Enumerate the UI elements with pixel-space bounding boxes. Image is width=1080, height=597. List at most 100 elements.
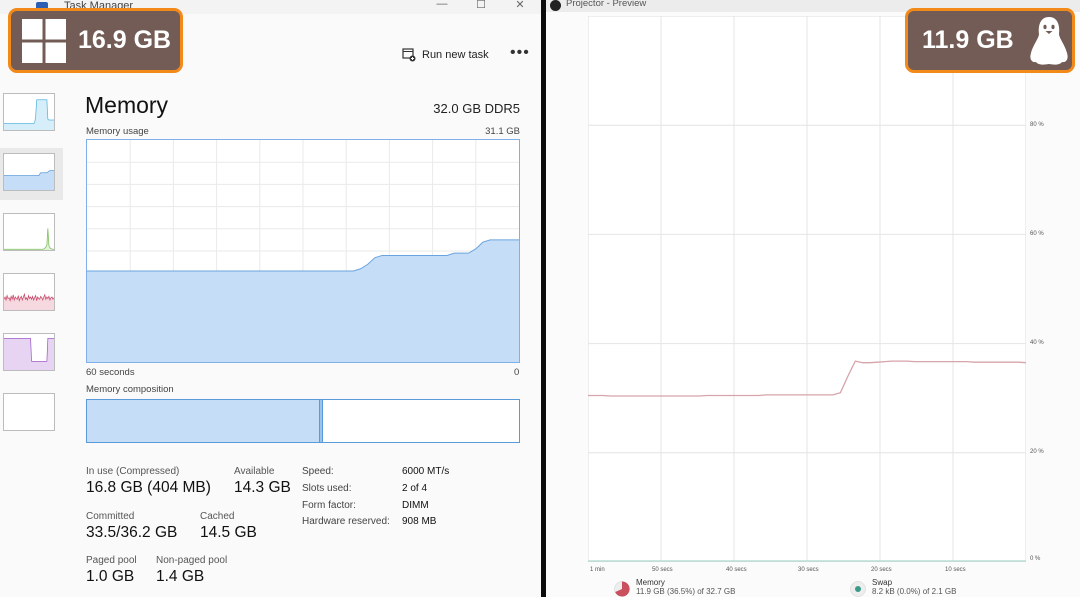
memory-details: Speed: 6000 MT/s Slots used: 2 of 4 Form…	[302, 466, 502, 533]
graph-axis-left: 60 seconds	[86, 367, 135, 378]
legend-memory-value: 11.9 GB (36.5%) of 32.7 GB	[636, 587, 736, 596]
sidebar-item-disk[interactable]	[0, 208, 63, 260]
legend-swap: Swap 8.2 kB (0.0%) of 2.1 GB	[850, 578, 956, 597]
graph-axis-right: 0	[514, 367, 520, 378]
thumbnail-sparkline	[4, 170, 54, 190]
more-options-button[interactable]: •••	[510, 44, 530, 62]
memory-usage-max: 31.1 GB	[485, 126, 520, 137]
thumbnail-sparkline	[4, 337, 54, 370]
detail-value: 6000 MT/s	[402, 466, 450, 477]
stat-paged-pool: Paged pool 1.0 GB	[86, 555, 137, 586]
x-tick-label: 40 secs	[726, 567, 747, 573]
thumbnail-sparkline	[4, 99, 54, 130]
memory-history-graph	[588, 16, 1026, 562]
maximize-button[interactable]: ☐	[474, 0, 488, 11]
thumbnail-sparkline	[4, 228, 54, 250]
detail-row: Form factor: DIMM	[302, 500, 502, 517]
stat-value: 16.8 GB (404 MB)	[86, 479, 211, 496]
y-tick-label: 40 %	[1030, 340, 1044, 346]
sparkline-area	[4, 170, 54, 190]
swap-pie-icon	[850, 581, 866, 597]
y-tick-label: 80 %	[1030, 122, 1044, 128]
memory-usage-graph	[86, 139, 520, 363]
sparkline-area	[4, 99, 54, 130]
stat-value: 1.0 GB	[86, 568, 135, 585]
x-tick-label: 50 secs	[652, 567, 673, 573]
windows-logo-icon	[22, 18, 66, 63]
legend-swap-name: Swap	[872, 578, 893, 587]
task-manager-window: Task Manager — ☐ ✕ ce Run new task ••• M…	[0, 0, 541, 597]
legend-swap-value: 8.2 kB (0.0%) of 2.1 GB	[872, 587, 957, 596]
stat-label: Committed	[86, 511, 135, 522]
detail-value: DIMM	[402, 499, 429, 511]
detail-row: Slots used: 2 of 4	[302, 483, 502, 500]
windows-memory-value: 16.9 GB	[78, 26, 172, 54]
linux-penguin-icon	[1030, 16, 1068, 65]
stat-value: 33.5/36.2 GB	[86, 524, 178, 541]
stat-value: 1.4 GB	[156, 568, 205, 585]
stat-available: Available 14.3 GB	[234, 466, 291, 497]
sidebar-item-ethernet[interactable]	[0, 268, 63, 320]
projector-window-title: Projector - Preview	[566, 0, 647, 9]
stat-cached: Cached 14.5 GB	[200, 511, 257, 542]
linux-memory-badge: 11.9 GB	[905, 8, 1075, 73]
thumbnail-graph	[3, 153, 55, 191]
sparkline-line	[4, 228, 54, 250]
stat-label: In use (Compressed)	[86, 466, 180, 477]
sparkline-area	[4, 228, 54, 250]
stat-in-use: In use (Compressed) 16.8 GB (404 MB)	[86, 466, 211, 497]
stat-label: Non-paged pool	[156, 555, 228, 566]
sparkline-area	[4, 338, 54, 370]
detail-value: 2 of 4	[402, 482, 428, 494]
legend-memory-name: Memory	[636, 578, 665, 587]
sidebar-item-cpu[interactable]	[0, 88, 63, 140]
x-tick-label: 1 min	[590, 567, 605, 573]
stat-label: Available	[234, 466, 275, 477]
y-tick-label: 20 %	[1030, 449, 1044, 455]
stat-value: 14.5 GB	[200, 524, 257, 541]
run-new-task-button[interactable]: Run new task	[402, 48, 489, 62]
detail-key: Slots used:	[302, 482, 352, 494]
x-tick-label: 20 secs	[871, 567, 892, 573]
composition-modified	[320, 400, 324, 442]
memory-composition-label: Memory composition	[86, 384, 174, 395]
detail-key: Form factor:	[302, 499, 356, 511]
x-tick-label: 10 secs	[945, 567, 966, 573]
sidebar-item-gpu[interactable]	[0, 328, 63, 380]
close-button[interactable]: ✕	[513, 0, 527, 11]
detail-row: Hardware reserved: 908 MB	[302, 516, 502, 533]
obs-app-icon	[550, 0, 561, 11]
minimize-button[interactable]: —	[435, 0, 449, 10]
sidebar-item-memory[interactable]	[0, 148, 63, 200]
thumbnail-graph	[3, 93, 55, 131]
detail-key: Speed:	[302, 466, 334, 477]
stat-non-paged-pool: Non-paged pool 1.4 GB	[156, 555, 227, 586]
thumbnail-graph	[3, 213, 55, 251]
windows-memory-badge: 16.9 GB	[8, 8, 183, 73]
detail-row: Speed: 6000 MT/s	[302, 466, 502, 483]
page-title: Memory	[85, 92, 169, 118]
sidebar-item-empty[interactable]	[0, 388, 63, 440]
run-new-task-label: Run new task	[422, 49, 489, 61]
x-tick-label: 30 secs	[798, 567, 819, 573]
stat-label: Cached	[200, 511, 235, 522]
linux-memory-value: 11.9 GB	[922, 26, 1014, 54]
run-task-icon	[402, 48, 416, 62]
stat-value: 14.3 GB	[234, 479, 291, 496]
stat-label: Paged pool	[86, 555, 137, 566]
thumbnail-graph	[3, 273, 55, 311]
stat-committed: Committed 33.5/36.2 GB	[86, 511, 177, 542]
detail-value: 908 MB	[402, 516, 437, 528]
legend-memory: Memory 11.9 GB (36.5%) of 32.7 GB	[614, 578, 735, 597]
composition-in-use	[87, 400, 321, 442]
projector-preview-window: Projector - Preview 80 % 60 % 40 % 20 % …	[546, 0, 1080, 597]
thumbnail-graph	[3, 393, 55, 431]
memory-composition-bar	[86, 399, 520, 443]
memory-spec: 32.0 GB DDR5	[433, 101, 520, 116]
thumbnail-sparkline	[4, 292, 54, 310]
detail-key: Hardware reserved:	[302, 516, 390, 528]
y-tick-label: 60 %	[1030, 231, 1044, 237]
thumbnail-graph	[3, 333, 55, 371]
memory-pie-icon	[614, 581, 630, 597]
y-tick-label: 0 %	[1030, 556, 1041, 562]
